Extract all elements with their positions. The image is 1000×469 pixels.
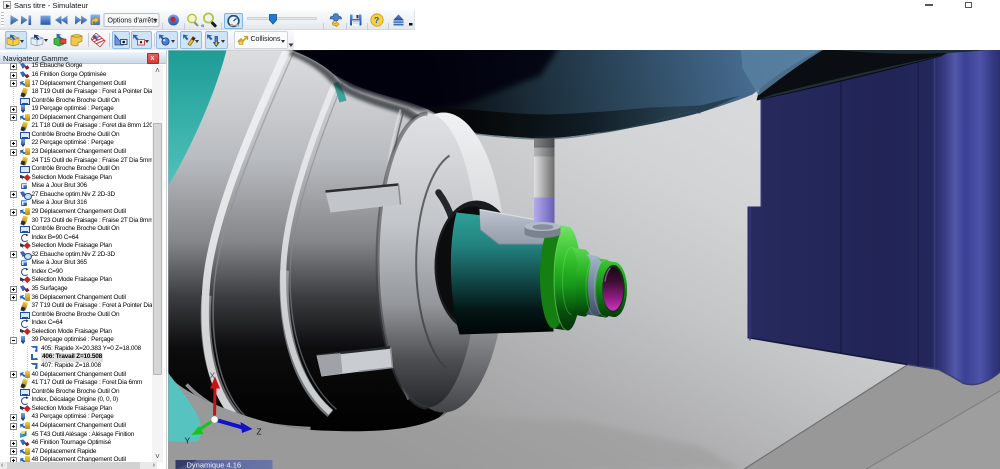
svg-text:Dynamique 4.16: Dynamique 4.16 bbox=[186, 460, 241, 469]
svg-text:?: ? bbox=[374, 15, 379, 25]
svg-text:Z: Z bbox=[256, 426, 261, 436]
svg-text:X: X bbox=[209, 370, 215, 380]
svg-text:Y: Y bbox=[184, 435, 190, 445]
svg-text:Options d'arrêts: Options d'arrêts bbox=[108, 18, 158, 25]
svg-text:«: « bbox=[201, 24, 205, 29]
